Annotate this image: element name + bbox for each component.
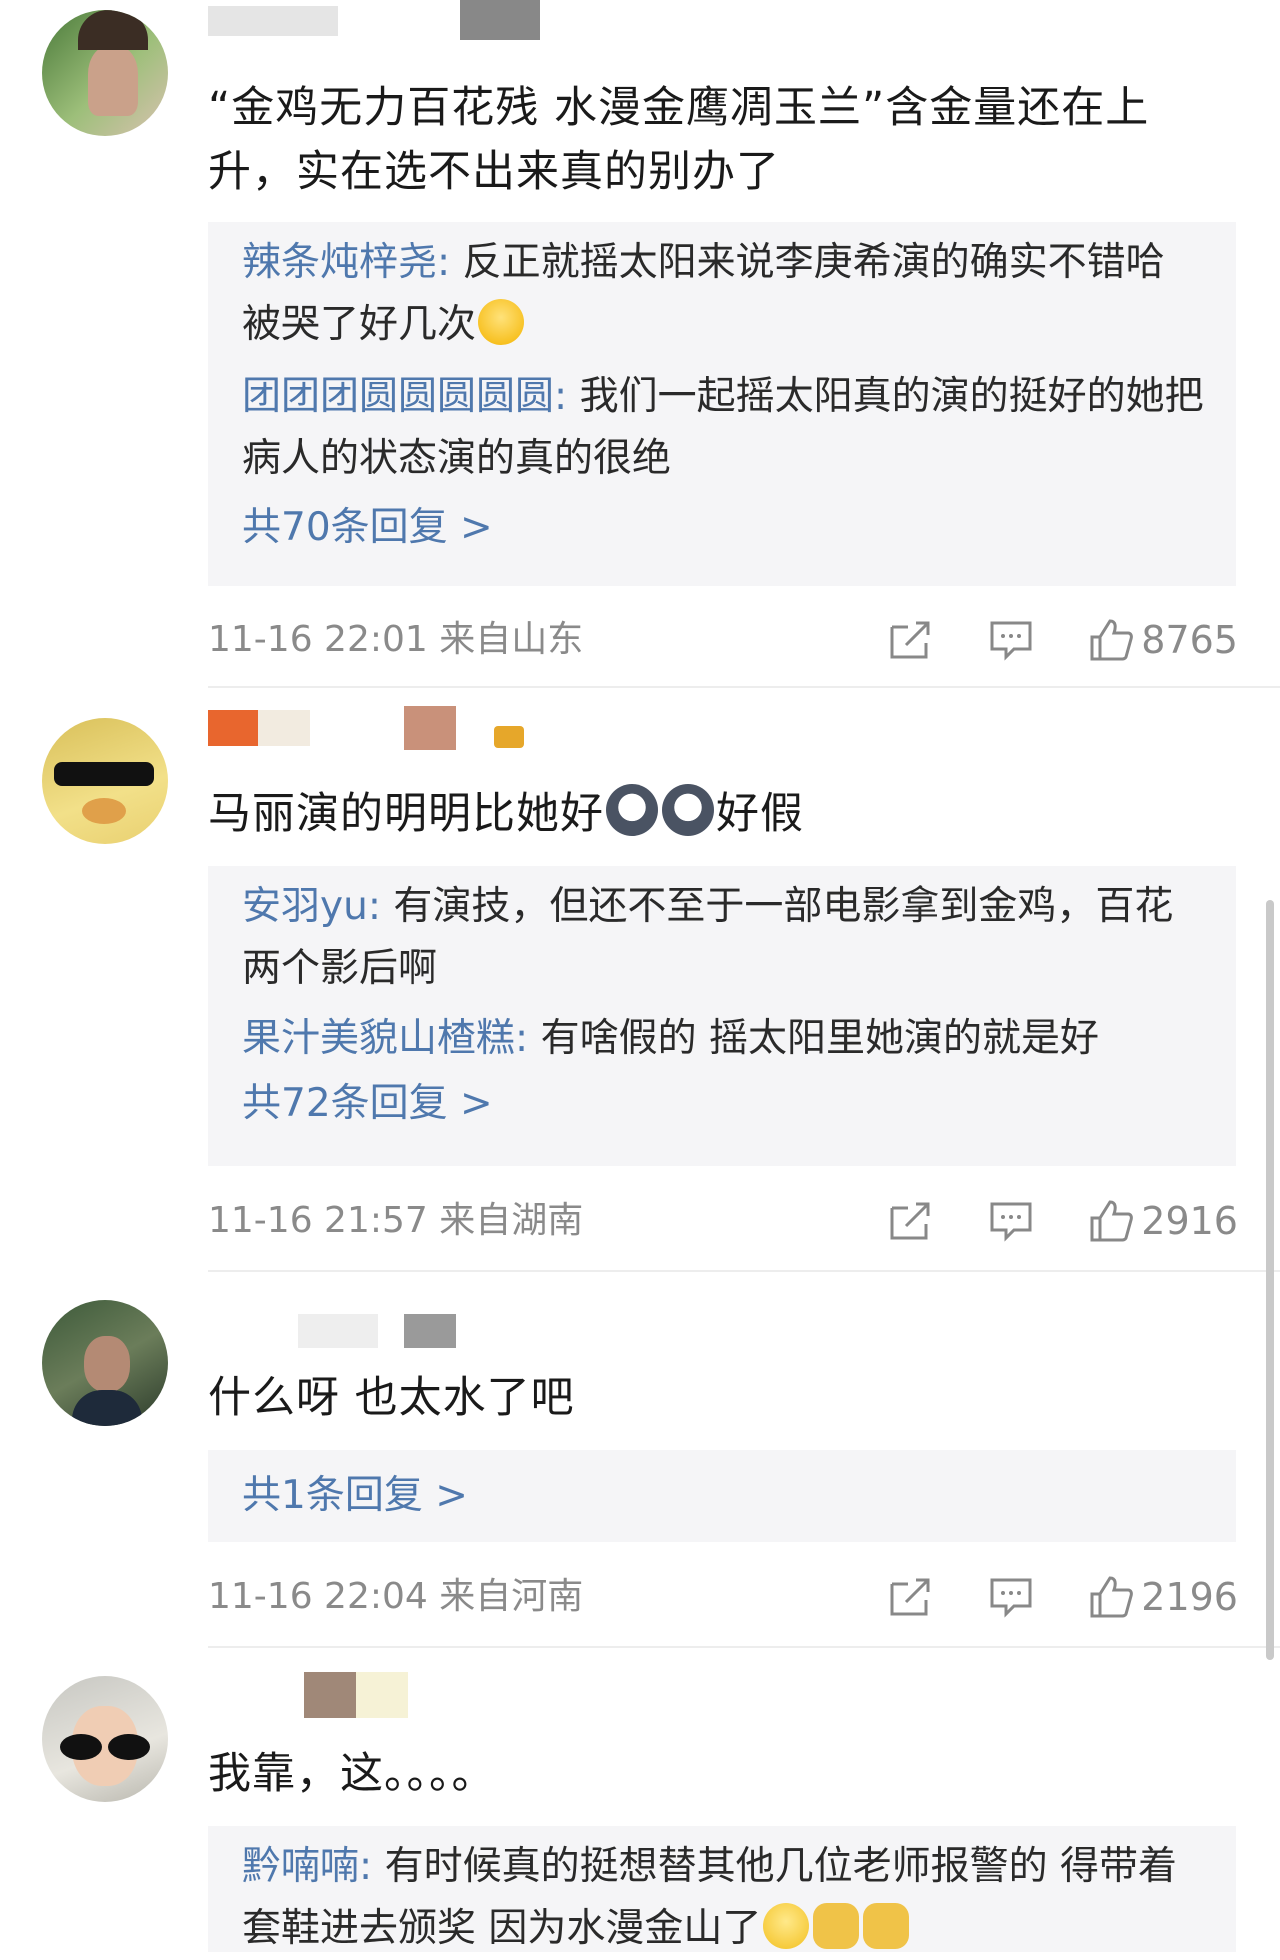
username-obscured[interactable]: [208, 1310, 568, 1350]
reply-item: 黔喃喃: 有时候真的挺想替其他几位老师报警的 得带着套鞋进去颁奖 因为水漫金山了: [242, 1844, 1177, 1951]
comment-icon[interactable]: [988, 1200, 1034, 1242]
comment-text: 什么呀 也太水了吧: [208, 1373, 575, 1423]
avatar[interactable]: [42, 718, 168, 844]
thumbs-up-icon[interactable]: [1088, 1200, 1134, 1242]
crying-emoji-icon: [478, 299, 525, 345]
reply-author[interactable]: 安羽yu: [242, 884, 368, 929]
view-replies-link[interactable]: 共1条回复 >: [242, 1464, 1204, 1528]
thumbs-up-icon[interactable]: [1088, 619, 1134, 661]
reply-item: 辣条炖梓尧: 反正就摇太阳来说李庚希演的确实不错哈 被哭了好几次: [242, 240, 1165, 347]
comment-text: “金鸡无力百花残 水漫金鹰凋玉兰”含金量还在上升，实在选不出来真的别办了: [208, 83, 1150, 197]
comment-meta: 11-16 22:04 来自河南 2196: [208, 1570, 1238, 1624]
reply-preview-box[interactable]: 共1条回复 >: [208, 1450, 1236, 1542]
view-replies-link[interactable]: 共70条回复 >: [242, 496, 1204, 560]
reply-text: 有啥假的 摇太阳里她演的就是好: [540, 1016, 1099, 1061]
comment-time: 11-16 21:57 来自湖南: [208, 1200, 584, 1241]
divider: [208, 1646, 1280, 1648]
comment-actions: 2916: [888, 1194, 1238, 1248]
like-count: 8765: [1141, 618, 1238, 662]
crown-badge-icon: [494, 726, 524, 748]
comment-meta: 11-16 21:57 来自湖南 2916: [208, 1194, 1238, 1248]
comment-time: 11-16 22:01 来自山东: [208, 619, 584, 660]
comment-icon[interactable]: [988, 1576, 1034, 1618]
divider: [208, 686, 1280, 688]
username-obscured[interactable]: [208, 0, 568, 40]
avatar[interactable]: [42, 1300, 168, 1426]
reply-author[interactable]: 辣条炖梓尧: [242, 240, 437, 285]
reply-author[interactable]: 果汁美貌山楂糕: [242, 1016, 515, 1061]
thumbs-up-icon[interactable]: [1088, 1576, 1134, 1618]
share-icon[interactable]: [888, 619, 934, 661]
scrollbar[interactable]: [1266, 900, 1274, 1660]
comment-text: 我靠，这。。。。: [208, 1749, 496, 1799]
avatar[interactable]: [42, 1676, 168, 1802]
username-obscured[interactable]: [208, 706, 538, 750]
avatar[interactable]: [42, 10, 168, 136]
reply-author[interactable]: 团团团圆圆圆圆圆: [242, 374, 554, 419]
comment-time: 11-16 22:04 来自河南: [208, 1576, 584, 1617]
reply-author[interactable]: 黔喃喃: [242, 1844, 359, 1889]
share-icon[interactable]: [888, 1200, 934, 1242]
comment-actions: 2196: [888, 1570, 1238, 1624]
comment-text: 马丽演的明明比她好 好假: [208, 782, 1218, 846]
comment-actions: 8765: [888, 613, 1238, 667]
reply-preview-box[interactable]: 安羽yu: 有演技，但还不至于一部电影拿到金鸡，百花两个影后啊 果汁美貌山楂糕:…: [208, 866, 1236, 1166]
comment-meta: 11-16 22:01 来自山东 8765: [208, 613, 1238, 667]
reply-item: 安羽yu: 有演技，但还不至于一部电影拿到金鸡，百花两个影后啊: [242, 884, 1174, 991]
share-icon[interactable]: [888, 1576, 934, 1618]
thumbs-emoji-icon: [813, 1903, 860, 1949]
username-obscured[interactable]: [208, 1672, 508, 1718]
reply-item: 果汁美貌山楂糕: 有啥假的 摇太阳里她演的就是好: [242, 1016, 1099, 1061]
husky-emoji-icon: [606, 784, 658, 836]
reply-item: 团团团圆圆圆圆圆: 我们一起摇太阳真的演的挺好的她把病人的状态演的真的很绝: [242, 374, 1204, 481]
view-replies-link[interactable]: 共72条回复 >: [242, 1072, 1204, 1136]
husky-emoji-icon: [662, 784, 714, 836]
smile-emoji-icon: [763, 1903, 810, 1949]
like-count: 2196: [1141, 1575, 1238, 1619]
like-count: 2916: [1141, 1199, 1238, 1243]
thumbs-emoji-icon: [863, 1903, 910, 1949]
comment-icon[interactable]: [988, 619, 1034, 661]
reply-preview-box[interactable]: 辣条炖梓尧: 反正就摇太阳来说李庚希演的确实不错哈 被哭了好几次 团团团圆圆圆圆…: [208, 222, 1236, 586]
divider: [208, 1270, 1280, 1272]
reply-preview-box[interactable]: 黔喃喃: 有时候真的挺想替其他几位老师报警的 得带着套鞋进去颁奖 因为水漫金山了: [208, 1826, 1236, 1952]
